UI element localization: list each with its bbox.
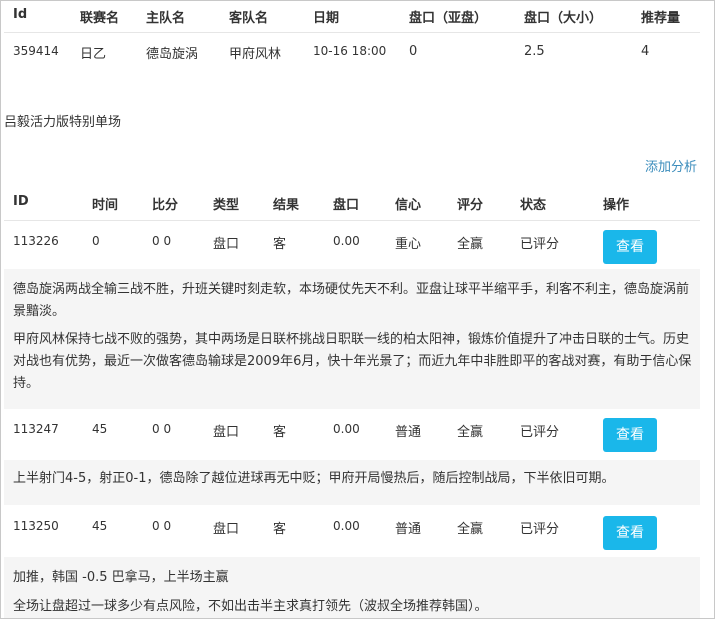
- analysis-cell-type: 盘口: [213, 522, 240, 537]
- analysis-cell-result: 客: [273, 522, 287, 537]
- analysis-cell-rating: 全赢: [457, 522, 484, 537]
- analysis-detail-text: 甲府风林保持七战不败的强势，其中两场是日联杯挑战日职联一线的柏太阳神，锻炼价值提…: [13, 332, 692, 391]
- match-cell-league: 日乙: [80, 47, 107, 62]
- analysis-cell-odds: 0.00: [333, 519, 360, 533]
- special-title: 吕毅活力版特别单场: [4, 115, 122, 130]
- match-header-home: 主队名: [146, 11, 186, 26]
- match-header-id: Id: [13, 7, 28, 22]
- analysis-cell-confidence: 普通: [395, 522, 422, 537]
- match-header-overunder: 盘口（大小）: [524, 11, 603, 26]
- analysis-cell-id: 113226: [13, 234, 59, 248]
- analysis-detail-text: 德岛旋涡两战全输三战不胜，升班关键时刻走软，本场硬仗先天不利。亚盘让球平半缩平手…: [13, 282, 690, 319]
- analysis-cell-type: 盘口: [213, 237, 240, 252]
- analysis-cell-odds: 0.00: [333, 234, 360, 248]
- analysis-cell-type: 盘口: [213, 425, 240, 440]
- analysis-header-id: ID: [13, 194, 29, 209]
- match-cell-asian: 0: [409, 44, 418, 59]
- analysis-header-rating: 评分: [457, 198, 484, 213]
- view-button[interactable]: 查看: [603, 516, 657, 550]
- analysis-cell-time: 0: [92, 234, 100, 248]
- match-header-recommend: 推荐量: [641, 11, 681, 26]
- match-header-divider: [4, 32, 700, 33]
- analysis-detail-panel: 加推，韩国 -0.5 巴拿马，上半场主赢 全场让盘超过一球多少有点风险，不如出击…: [4, 557, 700, 618]
- analysis-cell-status: 已评分: [520, 237, 560, 252]
- view-button[interactable]: 查看: [603, 230, 657, 264]
- analysis-header-type: 类型: [213, 198, 240, 213]
- analysis-header-result: 结果: [273, 198, 300, 213]
- analysis-cell-time: 45: [92, 422, 108, 436]
- analysis-cell-score: 0 0: [152, 422, 172, 436]
- analysis-header-time: 时间: [92, 198, 119, 213]
- analysis-cell-score: 0 0: [152, 234, 172, 248]
- analysis-header-confidence: 信心: [395, 198, 422, 213]
- match-cell-date: 10-16 18:00: [313, 44, 387, 58]
- match-cell-id: 359414: [13, 44, 59, 58]
- analysis-detail-panel: 德岛旋涡两战全输三战不胜，升班关键时刻走软，本场硬仗先天不利。亚盘让球平半缩平手…: [4, 269, 700, 409]
- analysis-cell-confidence: 重心: [395, 237, 422, 252]
- analysis-cell-result: 客: [273, 425, 287, 440]
- page-frame: Id 联赛名 主队名 客队名 日期 盘口（亚盘） 盘口（大小） 推荐量 3594…: [0, 0, 715, 619]
- analysis-cell-id: 113250: [13, 519, 59, 533]
- match-cell-home: 德岛旋涡: [146, 47, 199, 62]
- match-header-asian: 盘口（亚盘）: [409, 11, 488, 26]
- analysis-header-score: 比分: [152, 198, 179, 213]
- match-header-date: 日期: [313, 11, 340, 26]
- match-header-away: 客队名: [229, 11, 269, 26]
- analysis-cell-status: 已评分: [520, 425, 560, 440]
- analysis-header-status: 状态: [520, 198, 547, 213]
- analysis-header-divider: [4, 220, 700, 221]
- analysis-cell-time: 45: [92, 519, 108, 533]
- analysis-detail-text: 加推，韩国 -0.5 巴拿马，上半场主赢: [13, 570, 229, 585]
- match-cell-away: 甲府风林: [229, 47, 282, 62]
- analysis-cell-status: 已评分: [520, 522, 560, 537]
- analysis-detail-panel: 上半射门4-5，射正0-1，德岛除了越位进球再无中贬；甲府开局慢热后，随后控制战…: [4, 460, 700, 505]
- analysis-cell-confidence: 普通: [395, 425, 422, 440]
- analysis-cell-rating: 全赢: [457, 425, 484, 440]
- analysis-cell-id: 113247: [13, 422, 59, 436]
- view-button[interactable]: 查看: [603, 418, 657, 452]
- add-analysis-link[interactable]: 添加分析: [645, 156, 697, 175]
- analysis-cell-result: 客: [273, 237, 287, 252]
- analysis-detail-text: 全场让盘超过一球多少有点风险，不如出击半主求真打领先（波叔全场推荐韩国）。: [13, 599, 488, 614]
- analysis-detail-text: 上半射门4-5，射正0-1，德岛除了越位进球再无中贬；甲府开局慢热后，随后控制战…: [13, 471, 615, 486]
- analysis-cell-odds: 0.00: [333, 422, 360, 436]
- analysis-header-action: 操作: [603, 198, 630, 213]
- analysis-cell-score: 0 0: [152, 519, 172, 533]
- match-cell-overunder: 2.5: [524, 44, 545, 59]
- analysis-cell-rating: 全赢: [457, 237, 484, 252]
- analysis-header-odds: 盘口: [333, 198, 360, 213]
- match-header-league: 联赛名: [80, 11, 120, 26]
- match-cell-recommend: 4: [641, 44, 650, 59]
